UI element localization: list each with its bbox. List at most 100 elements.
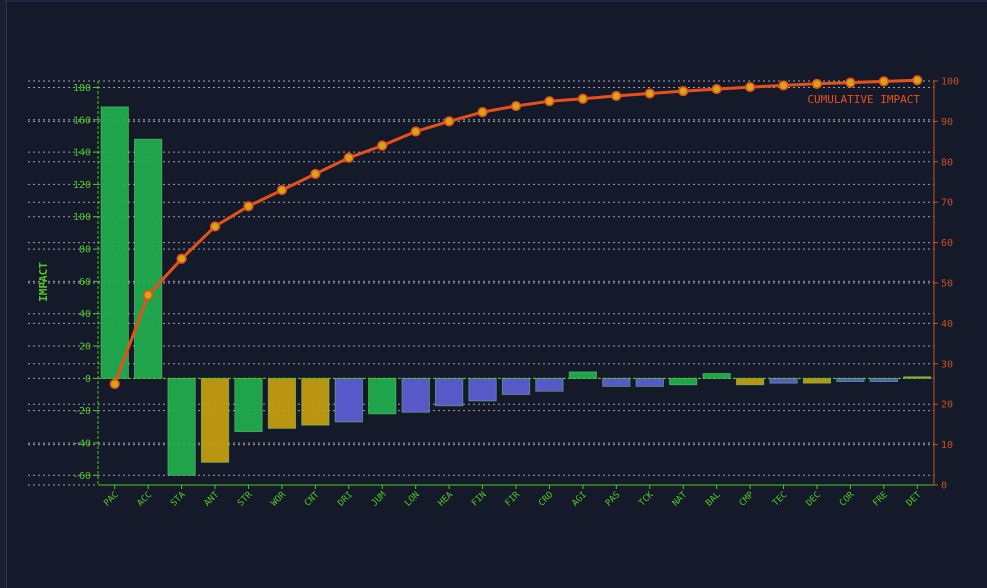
- bar-acc: [134, 138, 163, 379]
- y-axis-title: IMPACT: [37, 262, 50, 302]
- cumulative-point: [143, 290, 154, 301]
- cumulative-point: [577, 93, 588, 104]
- x-tick-label: DET: [905, 490, 924, 509]
- right-tick-label: 90: [941, 117, 953, 128]
- right-tick-label: 80: [941, 157, 953, 168]
- bar-str: [234, 377, 263, 433]
- bar-pas: [602, 377, 631, 387]
- left-tick-label: -60: [73, 471, 91, 482]
- pareto-chart: -60 -40 -20 0 20 40 60 80 100 120 140 160 180 0 10 20 3…: [28, 75, 959, 509]
- cumulative-point: [310, 168, 321, 180]
- cumulative-point: [544, 96, 555, 107]
- cumulative-point: [912, 75, 923, 86]
- x-tick-label: CMP: [738, 490, 757, 509]
- x-tick-label: PAC: [102, 490, 121, 509]
- left-tick-label: 0: [85, 374, 91, 385]
- left-tick-label: 20: [79, 342, 91, 353]
- right-tick-label: 60: [941, 238, 953, 249]
- x-tick-label: STR: [236, 490, 255, 509]
- x-tick-label: PAS: [604, 490, 623, 509]
- y2-axis-title: CUMULATIVE IMPACT: [807, 93, 920, 106]
- bar-fir: [501, 377, 531, 395]
- x-tick-label: JUM: [370, 490, 389, 509]
- x-tick-label: AGI: [570, 490, 589, 509]
- cumulative-point: [477, 107, 488, 118]
- cumulative-point: [744, 81, 756, 93]
- cumulative-point: [209, 221, 221, 232]
- cumulative-point: [510, 100, 522, 112]
- cumulative-point: [711, 83, 722, 95]
- bar-dec: [802, 377, 832, 384]
- bar-bal: [702, 373, 731, 379]
- bar-tec: [769, 377, 798, 384]
- left-tick-label: 140: [73, 148, 91, 159]
- bar-cmp: [735, 377, 765, 386]
- cumulative-point: [845, 77, 856, 88]
- right-tick-label: 10: [941, 440, 953, 451]
- x-tick-label: CRO: [537, 490, 556, 509]
- x-tick-label: TCK: [637, 490, 656, 509]
- cumulative-point: [410, 126, 421, 137]
- cumulative-point: [243, 201, 254, 212]
- bar-jum: [368, 377, 397, 415]
- left-tick-label: 120: [73, 180, 91, 191]
- cumulative-point: [644, 88, 655, 99]
- right-tick-label: 70: [941, 198, 953, 209]
- cumulative-point: [811, 78, 823, 89]
- bar-pac: [100, 106, 129, 379]
- bar-sta: [167, 377, 196, 476]
- cumulative-point: [176, 253, 187, 264]
- cumulative-line: [113, 78, 919, 386]
- x-tick-label: LON: [403, 490, 422, 509]
- x-tick-label: WOR: [269, 490, 288, 509]
- cumulative-point: [276, 184, 288, 196]
- bar-det: [903, 376, 932, 379]
- x-tick-label: ANT: [203, 490, 222, 509]
- left-tick-label: 40: [79, 309, 91, 320]
- bar-cro: [535, 377, 564, 392]
- cumulative-point: [678, 85, 689, 97]
- cumulative-point: [778, 80, 789, 91]
- x-tick-label: FIR: [504, 490, 523, 509]
- x-tick-label: CNT: [303, 490, 322, 509]
- y-axis-right: 0 10 20 30 40 50 60 70 80 90 100: [933, 77, 959, 492]
- x-tick-label: NAT: [671, 490, 690, 509]
- x-tick-label: HEA: [437, 490, 456, 509]
- bar-agi: [568, 371, 597, 379]
- cumulative-point: [878, 76, 889, 87]
- right-tick-label: 40: [941, 319, 953, 330]
- x-tick-label: DEC: [805, 490, 824, 509]
- left-tick-label: 180: [73, 83, 91, 94]
- left-tick-label: 60: [79, 277, 91, 288]
- x-tick-label: ACC: [136, 490, 155, 509]
- right-tick-label: 50: [941, 279, 953, 290]
- bar-dri: [334, 377, 363, 423]
- x-tick-label: FIN: [470, 490, 489, 509]
- cumulative-point: [343, 152, 354, 163]
- bar-tck: [635, 377, 664, 387]
- bar-wor: [267, 377, 297, 429]
- right-tick-label: 30: [941, 359, 953, 370]
- x-tick-label: STA: [169, 490, 188, 509]
- cumulative-series: [109, 75, 923, 390]
- x-axis: PAC ACC STA ANT STR WOR CNT DRI JUM LON HEA FIN FIR C…: [98, 484, 934, 509]
- x-tick-label: TEC: [771, 490, 790, 509]
- right-tick-label: 20: [941, 400, 953, 411]
- bar-fin: [468, 377, 497, 402]
- left-tick-label: -40: [73, 438, 91, 449]
- bar-nat: [669, 377, 698, 386]
- x-tick-label: DRI: [336, 490, 355, 509]
- x-tick-label: BAL: [704, 490, 723, 509]
- cumulative-point: [109, 378, 120, 390]
- left-tick-label: -20: [73, 406, 91, 417]
- x-tick-label: COR: [838, 490, 857, 509]
- cumulative-point: [377, 140, 388, 151]
- bar-cnt: [301, 377, 330, 426]
- cumulative-point: [444, 116, 455, 127]
- right-tick-label: 100: [941, 77, 959, 88]
- cumulative-point: [611, 90, 622, 102]
- left-tick-label: 80: [79, 245, 91, 256]
- grid-lines: [28, 80, 934, 486]
- left-tick-label: 100: [73, 212, 91, 223]
- x-tick-label: FRE: [871, 490, 890, 509]
